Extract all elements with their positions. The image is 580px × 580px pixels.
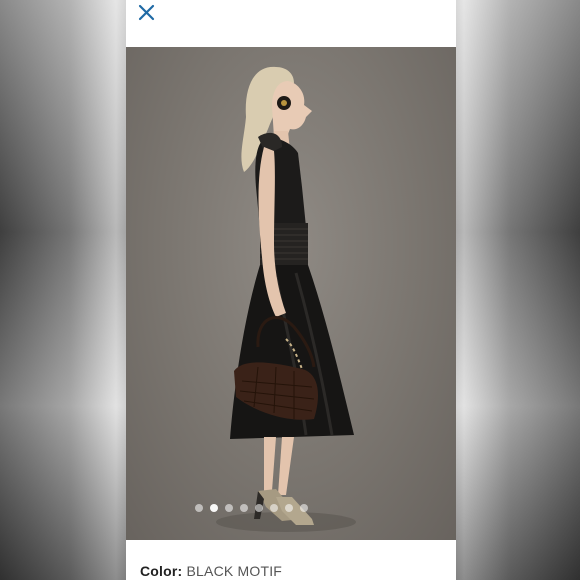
gallery-dot[interactable] bbox=[194, 504, 203, 512]
gallery-dot[interactable] bbox=[284, 504, 293, 512]
gallery-dot-active[interactable] bbox=[209, 504, 218, 512]
gallery-dot[interactable] bbox=[299, 504, 308, 512]
gallery-pagination bbox=[126, 504, 416, 512]
close-button[interactable] bbox=[136, 2, 158, 24]
gallery-dot[interactable] bbox=[269, 504, 278, 512]
close-icon bbox=[138, 4, 155, 21]
gallery-dot[interactable] bbox=[254, 504, 263, 512]
gallery-dot[interactable] bbox=[239, 504, 248, 512]
model-in-black-dress-image bbox=[216, 66, 356, 532]
color-detail: Color: BLACK MOTIF bbox=[140, 563, 282, 579]
color-label: Color: bbox=[140, 563, 183, 579]
product-photo[interactable] bbox=[126, 47, 456, 540]
gallery-dot[interactable] bbox=[224, 504, 233, 512]
image-viewer-sheet: Color: BLACK MOTIF bbox=[126, 0, 456, 580]
color-value: BLACK MOTIF bbox=[186, 563, 283, 579]
